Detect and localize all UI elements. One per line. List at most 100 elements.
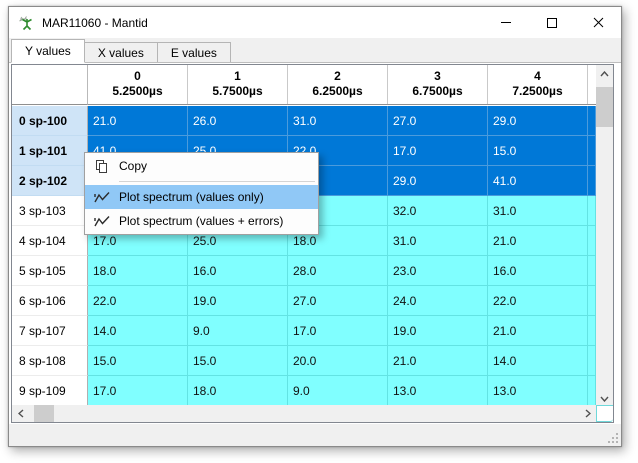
- table-cell[interactable]: 19.0: [388, 316, 488, 346]
- column-time-label: 5.2500µs: [112, 84, 163, 98]
- chevron-left-icon: [17, 409, 23, 418]
- column-header-partial: [588, 65, 596, 104]
- table-cell[interactable]: 41.0: [488, 166, 588, 196]
- data-table: 0 5.2500µs 1 5.7500µs 2 6.2500µs 3 6.7500µs 4 7.2…: [11, 64, 614, 423]
- resize-grip[interactable]: [608, 433, 618, 443]
- row-header[interactable]: 2 sp-102: [12, 166, 88, 196]
- column-time-label: 6.7500µs: [412, 84, 463, 98]
- scroll-corner: [596, 405, 613, 422]
- table-cell[interactable]: 13.0: [488, 376, 588, 406]
- table-cell[interactable]: 27.0: [288, 286, 388, 316]
- column-header[interactable]: 0 5.2500µs: [88, 65, 188, 104]
- menu-item-label: Plot spectrum (values only): [119, 190, 264, 204]
- h-scrollbar[interactable]: [12, 405, 596, 422]
- column-header[interactable]: 3 6.7500µs: [388, 65, 488, 104]
- row-header[interactable]: 4 sp-104: [12, 226, 88, 256]
- menu-item-plot-errors[interactable]: Plot spectrum (values + errors): [85, 209, 318, 233]
- v-scroll-thumb[interactable]: [596, 87, 613, 127]
- column-time-label: 6.2500µs: [312, 84, 363, 98]
- close-icon: [593, 17, 603, 28]
- table-cell[interactable]: 16.0: [188, 256, 288, 286]
- scroll-left-button[interactable]: [12, 405, 29, 422]
- h-scroll-thumb[interactable]: [34, 405, 54, 422]
- table-cell[interactable]: 29.0: [388, 166, 488, 196]
- row-header[interactable]: 8 sp-108: [12, 346, 88, 376]
- row-header[interactable]: 1 sp-101: [12, 136, 88, 166]
- table-cell-partial: [588, 226, 596, 256]
- v-scrollbar[interactable]: [596, 65, 613, 407]
- table-cell[interactable]: 31.0: [288, 106, 388, 136]
- table-row: 6 sp-106 22.0 19.0 27.0 24.0 22.0: [12, 286, 596, 316]
- row-header[interactable]: 6 sp-106: [12, 286, 88, 316]
- table-cell[interactable]: 23.0: [388, 256, 488, 286]
- table-cell[interactable]: 22.0: [88, 286, 188, 316]
- table-cell[interactable]: 17.0: [288, 316, 388, 346]
- table-cell[interactable]: 21.0: [388, 346, 488, 376]
- column-time-label: 7.2500µs: [512, 84, 563, 98]
- tab-y-values[interactable]: Y values: [11, 39, 85, 63]
- table-row: 0 sp-100 21.0 26.0 31.0 27.0 29.0: [12, 106, 596, 136]
- scroll-right-button[interactable]: [579, 405, 596, 422]
- table-cell[interactable]: 26.0: [188, 106, 288, 136]
- table-cell[interactable]: 18.0: [188, 376, 288, 406]
- table-cell[interactable]: 15.0: [88, 346, 188, 376]
- copy-icon: [85, 159, 119, 174]
- table-cell[interactable]: 16.0: [488, 256, 588, 286]
- table-cell[interactable]: 14.0: [88, 316, 188, 346]
- table-cell[interactable]: 18.0: [88, 256, 188, 286]
- table-row: 7 sp-107 14.0 9.0 17.0 19.0 21.0: [12, 316, 596, 346]
- row-header[interactable]: 5 sp-105: [12, 256, 88, 286]
- table-cell[interactable]: 17.0: [88, 376, 188, 406]
- table-cell[interactable]: 32.0: [388, 196, 488, 226]
- table-cell[interactable]: 27.0: [388, 106, 488, 136]
- column-header[interactable]: 2 6.2500µs: [288, 65, 388, 104]
- table-cell-partial: [588, 376, 596, 406]
- column-header-row: 0 5.2500µs 1 5.7500µs 2 6.2500µs 3 6.7500µs 4 7.2…: [88, 65, 596, 105]
- table-cell-partial: [588, 196, 596, 226]
- table-cell[interactable]: 9.0: [288, 376, 388, 406]
- table-cell[interactable]: 21.0: [488, 316, 588, 346]
- row-header[interactable]: 9 sp-109: [12, 376, 88, 406]
- maximize-button[interactable]: [529, 7, 575, 38]
- maximize-icon: [547, 17, 557, 28]
- window-title: MAR11060 - Mantid: [42, 15, 148, 30]
- table-cell[interactable]: 31.0: [488, 196, 588, 226]
- column-header[interactable]: 4 7.2500µs: [488, 65, 588, 104]
- tab-x-values[interactable]: X values: [83, 42, 158, 62]
- minimize-button[interactable]: [483, 7, 529, 38]
- chevron-down-icon: [600, 396, 609, 402]
- close-button[interactable]: [575, 7, 621, 38]
- table-cell[interactable]: 22.0: [488, 286, 588, 316]
- column-header[interactable]: 1 5.7500µs: [188, 65, 288, 104]
- table-cell[interactable]: 20.0: [288, 346, 388, 376]
- table-cell[interactable]: 29.0: [488, 106, 588, 136]
- table-cell[interactable]: 28.0: [288, 256, 388, 286]
- row-header[interactable]: 3 sp-103: [12, 196, 88, 226]
- table-cell-partial: [588, 316, 596, 346]
- table-cell-partial: [588, 106, 596, 136]
- scroll-up-button[interactable]: [596, 65, 613, 82]
- row-header[interactable]: 0 sp-100: [12, 106, 88, 136]
- table-cell[interactable]: 31.0: [388, 226, 488, 256]
- table-row: 9 sp-109 17.0 18.0 9.0 13.0 13.0: [12, 376, 596, 406]
- table-cell[interactable]: 13.0: [388, 376, 488, 406]
- table-cell[interactable]: 9.0: [188, 316, 288, 346]
- table-cell[interactable]: 21.0: [488, 226, 588, 256]
- menu-item-plot-values[interactable]: Plot spectrum (values only): [85, 185, 318, 209]
- table-cell-partial: [588, 136, 596, 166]
- table-row: 5 sp-105 18.0 16.0 28.0 23.0 16.0: [12, 256, 596, 286]
- table-cell[interactable]: 24.0: [388, 286, 488, 316]
- titlebar[interactable]: MAR11060 - Mantid: [9, 7, 621, 38]
- row-header[interactable]: 7 sp-107: [12, 316, 88, 346]
- rows-viewport: 0 sp-100 21.0 26.0 31.0 27.0 29.0 1 sp-101 41.0…: [12, 106, 596, 406]
- tab-bar: Y values X values E values: [9, 38, 621, 63]
- table-cell[interactable]: 17.0: [388, 136, 488, 166]
- table-cell[interactable]: 21.0: [88, 106, 188, 136]
- table-cell[interactable]: 19.0: [188, 286, 288, 316]
- menu-separator: [119, 181, 315, 182]
- table-cell[interactable]: 14.0: [488, 346, 588, 376]
- tab-e-values[interactable]: E values: [156, 42, 231, 62]
- menu-item-copy[interactable]: Copy: [85, 154, 318, 178]
- table-cell[interactable]: 15.0: [188, 346, 288, 376]
- table-cell[interactable]: 15.0: [488, 136, 588, 166]
